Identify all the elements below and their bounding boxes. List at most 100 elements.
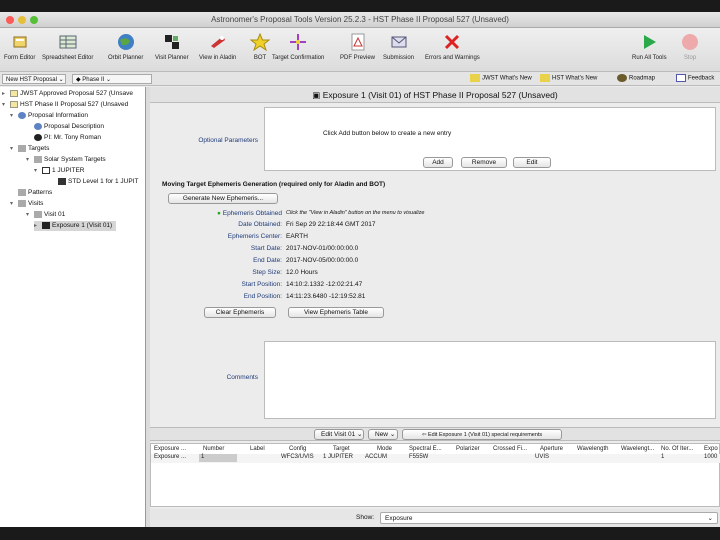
tree-item-patterns[interactable]: Patterns (10, 188, 52, 198)
tab-new-hst-proposal[interactable]: New HST Proposal ⌄ (2, 74, 66, 84)
column-header[interactable]: Polarizer (456, 446, 480, 452)
table-cell[interactable]: 1 (199, 454, 237, 462)
disclosure-arrow-icon[interactable]: ▾ (26, 210, 34, 220)
edit-button[interactable]: Edit (513, 157, 551, 168)
optional-parameters-table[interactable]: Click Add button below to create a new e… (264, 107, 716, 171)
target-confirmation-button[interactable]: Target Confirmation (272, 32, 324, 61)
errors-and-warnings-button[interactable]: Errors and Warnings (425, 32, 480, 61)
button-label: Edit Exposure 1 (Visit 01) special requi… (427, 432, 543, 438)
column-header[interactable]: Expo (704, 446, 718, 452)
tree-item-label: Exposure 1 (Visit 01) (52, 222, 113, 229)
date-obtained-label: Date Obtained: (238, 221, 282, 228)
tree-item-pi[interactable]: PI: Mr. Tony Roman (26, 133, 101, 143)
column-header[interactable]: Mode (377, 446, 392, 452)
folder-icon (18, 199, 26, 207)
run-all-tools-button[interactable]: Run All Tools (632, 32, 667, 61)
column-header[interactable]: Label (250, 446, 265, 452)
tree-item-label: Patterns (28, 189, 53, 196)
params-hint: Click Add button below to create a new e… (323, 130, 452, 137)
table-cell: UVIS (535, 454, 550, 460)
disclosure-arrow-icon[interactable]: ▾ (10, 111, 18, 121)
column-header[interactable]: Number (203, 446, 224, 452)
view-ephemeris-table-button[interactable]: View Ephemeris Table (288, 307, 384, 318)
step-size-label: Step Size: (252, 269, 282, 276)
column-header[interactable]: Spectral E... (409, 446, 442, 452)
orbit-planner-button[interactable]: Orbit Planner (108, 32, 143, 61)
tree-item-proposal-information[interactable]: ▾ Proposal Information (10, 111, 88, 121)
tree-item-label: Visit 01 (44, 211, 66, 218)
disclosure-arrow-icon[interactable]: ▾ (26, 155, 34, 165)
crosshair-icon (290, 34, 307, 50)
new-button[interactable]: New ⌄ (368, 429, 398, 440)
tree-item-targets[interactable]: ▾ Targets (10, 144, 49, 154)
disclosure-arrow-icon[interactable]: ▸ (34, 221, 42, 231)
optional-parameters-label: Optional Parameters (198, 137, 258, 144)
submission-icon (391, 36, 406, 48)
disclosure-arrow-icon[interactable]: ▸ (2, 89, 10, 99)
show-select[interactable]: Exposure ⌄ (380, 512, 718, 524)
add-button[interactable]: Add (423, 157, 453, 168)
tree-item-std-level[interactable]: STD Level 1 for 1 JUPIT (50, 177, 138, 187)
column-header[interactable]: Wavelengt... (621, 446, 654, 452)
bot-button[interactable]: BOT (250, 32, 270, 61)
table-row[interactable]: Exposure ... 1 WFC3/UVIS 1 JUPITER ACCUM… (151, 454, 720, 463)
view-in-aladin-button[interactable]: View in Aladin (199, 32, 236, 61)
disclosure-arrow-icon[interactable]: ▾ (2, 100, 10, 110)
stop-button[interactable]: Stop (680, 32, 700, 61)
remove-button[interactable]: Remove (461, 157, 507, 168)
tree-item-exposure-1[interactable]: ▸ Exposure 1 (Visit 01) (34, 221, 117, 231)
tab-label: New HST Proposal (6, 77, 57, 83)
feedback-link[interactable]: Feedback (676, 74, 714, 82)
comments-textarea[interactable] (264, 341, 716, 419)
exposure-icon: ▣ (312, 90, 323, 100)
tree-item-jupiter[interactable]: ▾ 1 JUPITER (34, 166, 85, 176)
column-header[interactable]: Target (333, 446, 350, 452)
disclosure-arrow-icon[interactable]: ▾ (34, 166, 42, 176)
tool-label: Stop (683, 55, 697, 61)
table-cell: WFC3/UVIS (281, 454, 314, 460)
chevron-down-icon: ⌄ (389, 431, 396, 438)
spreadsheet-icon (59, 35, 77, 49)
spreadsheet-editor-button[interactable]: Spreadsheet Editor (42, 32, 93, 61)
tree-item-label: Targets (28, 145, 50, 152)
chevron-down-icon: ⌄ (105, 77, 111, 83)
tool-label: View in Aladin (199, 55, 237, 61)
column-header[interactable]: Config (289, 446, 306, 452)
link-label: HST What's New (552, 75, 598, 82)
roadmap-link[interactable]: Roadmap (617, 74, 655, 82)
tree-item-solar-system-targets[interactable]: ▾ Solar System Targets (26, 155, 106, 165)
link-label: Feedback (688, 75, 715, 82)
pdf-icon (351, 33, 364, 51)
column-header[interactable]: Wavelength (577, 446, 608, 452)
play-icon (644, 35, 657, 49)
special-requirements-button[interactable]: ⇦ Edit Exposure 1 (Visit 01) special req… (402, 429, 562, 440)
form-editor-button[interactable]: Form Editor (4, 32, 35, 61)
date-obtained-value: Fri Sep 29 22:18:44 GMT 2017 (286, 221, 376, 228)
column-header[interactable]: No. Of Iter... (661, 446, 693, 452)
submission-button[interactable]: Submission (383, 32, 414, 61)
tool-label: Errors and Warnings (425, 55, 480, 61)
hst-whats-new-link[interactable]: HST What's New (540, 74, 597, 82)
tab-phase-ii[interactable]: ◆ Phase II ⌄ (72, 74, 152, 84)
tool-label: Spreadsheet Editor (42, 55, 94, 61)
tree-item-visit-01[interactable]: ▾ Visit 01 (26, 210, 65, 220)
clear-ephemeris-button[interactable]: Clear Ephemeris (204, 307, 276, 318)
error-x-icon (445, 34, 460, 50)
edit-visit-button[interactable]: Edit Visit 01 ⌄ (314, 429, 364, 440)
tree-item-hst-proposal[interactable]: ▾ HST Phase II Proposal 527 (Unsaved (2, 100, 128, 110)
disclosure-arrow-icon[interactable]: ▾ (10, 144, 18, 154)
show-label: Show: (356, 514, 375, 521)
generate-ephemeris-button[interactable]: Generate New Ephemeris... (168, 193, 278, 204)
column-header[interactable]: Exposure ... (154, 446, 186, 452)
visit-planner-button[interactable]: Visit Planner (155, 32, 189, 61)
tree-item-visits[interactable]: ▾ Visits (10, 199, 43, 209)
pdf-preview-button[interactable]: PDF Preview (340, 32, 375, 61)
column-header[interactable]: Crossed Fi... (493, 446, 527, 452)
jwst-whats-new-link[interactable]: JWST What's New (470, 74, 532, 82)
tree-item-proposal-description[interactable]: Proposal Description (26, 122, 104, 132)
column-header[interactable]: Aperture (540, 446, 563, 452)
stop-icon (682, 34, 698, 50)
disclosure-arrow-icon[interactable]: ▾ (10, 199, 18, 209)
tree-item-jwst-proposal[interactable]: ▸ JWST Approved Proposal 527 (Unsave (2, 89, 133, 99)
button-label: Edit Visit 01 (321, 431, 356, 438)
